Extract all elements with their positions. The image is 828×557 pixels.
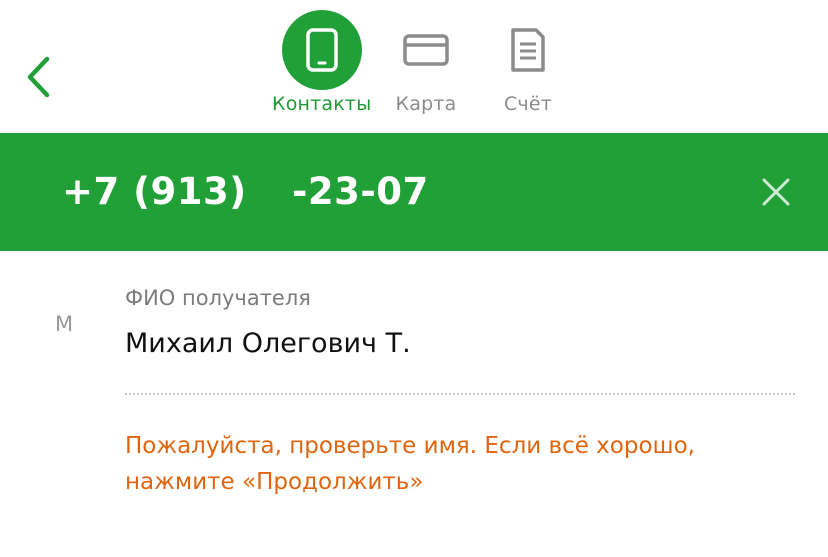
back-button[interactable] [16, 52, 60, 102]
chevron-left-icon [27, 56, 50, 98]
tab-account[interactable]: Счёт [488, 10, 568, 115]
tab-card-label: Карта [395, 93, 457, 115]
clear-phone-button[interactable] [754, 170, 798, 214]
tab-account-label: Счёт [503, 93, 553, 115]
tab-card[interactable]: Карта [386, 10, 466, 115]
phone-icon [305, 28, 338, 72]
transfer-screen: Контакты Карта Счёт +7 (913) -23-07 М ФИ… [0, 0, 828, 557]
phone-number-prefix: +7 (913) [62, 170, 247, 213]
close-icon [762, 178, 790, 206]
field-divider [125, 393, 795, 395]
tab-card-icon-wrap [386, 10, 466, 90]
document-icon [511, 28, 545, 72]
recipient-name-label: ФИО получателя [125, 286, 311, 310]
card-icon [403, 34, 449, 66]
tab-contacts[interactable]: Контакты [272, 10, 371, 115]
tab-contacts-label: Контакты [272, 93, 372, 115]
tab-account-icon-wrap [488, 10, 568, 90]
avatar: М [54, 312, 74, 336]
recipient-name-field[interactable] [125, 328, 785, 359]
tab-contacts-icon-circle [281, 10, 362, 90]
phone-number-bar[interactable]: +7 (913) -23-07 [0, 133, 828, 251]
name-check-warning: Пожалуйста, проверьте имя. Если всё хоро… [125, 433, 695, 495]
phone-number-suffix: -23-07 [292, 170, 429, 213]
